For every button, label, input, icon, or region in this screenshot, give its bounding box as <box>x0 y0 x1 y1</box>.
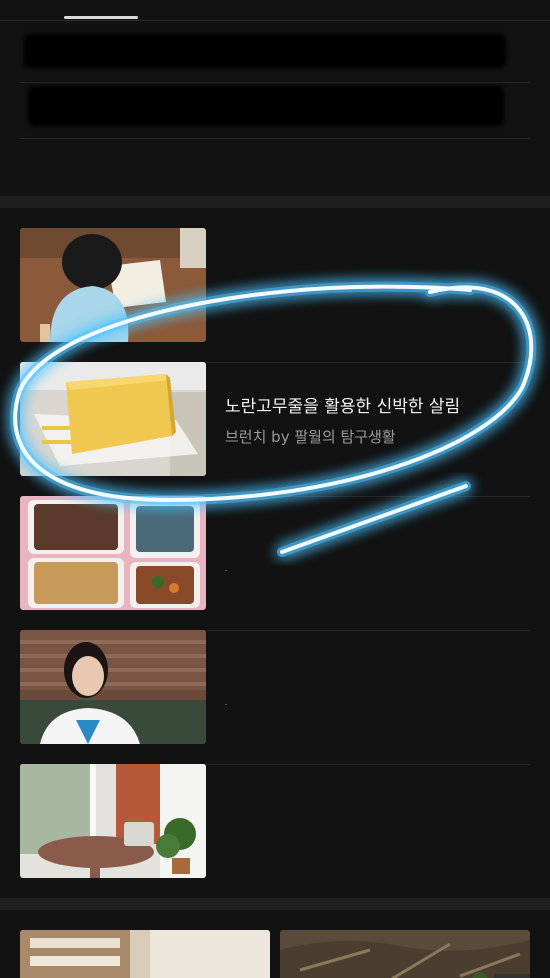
list-item[interactable] <box>20 228 530 363</box>
page: 노란고무줄을 활용한 신박한 살림 브런치 by 팔월의 탐구생활 <box>0 0 550 978</box>
section-divider <box>0 196 550 208</box>
placeholder-mark <box>225 704 227 705</box>
top-tab-bar <box>0 0 550 21</box>
sponge-on-tray-image <box>20 362 206 476</box>
active-tab-indicator <box>64 16 138 19</box>
redacted-list-row[interactable] <box>20 82 530 139</box>
bottom-card-image[interactable] <box>280 930 530 978</box>
child-reading-image <box>20 228 206 342</box>
section-divider <box>0 898 550 910</box>
bottom-card-image[interactable] <box>20 930 270 978</box>
redaction-bar <box>24 34 506 68</box>
list-item[interactable] <box>20 630 530 765</box>
woman-portrait-image <box>20 630 206 744</box>
list-item[interactable] <box>20 764 530 899</box>
redaction-bar <box>28 86 504 126</box>
list-item[interactable]: 노란고무줄을 활용한 신박한 살림 브런치 by 팔월의 탐구생활 <box>20 362 530 497</box>
redacted-list-row[interactable] <box>20 20 530 83</box>
item-source: 브런치 by 팔월의 탐구생활 <box>225 428 396 446</box>
room-table-plant-image <box>20 764 206 878</box>
placeholder-mark <box>225 570 227 571</box>
list-item[interactable] <box>20 496 530 631</box>
item-title[interactable]: 노란고무줄을 활용한 신박한 살림 <box>225 392 460 417</box>
lunchbox-food-image <box>20 496 206 610</box>
